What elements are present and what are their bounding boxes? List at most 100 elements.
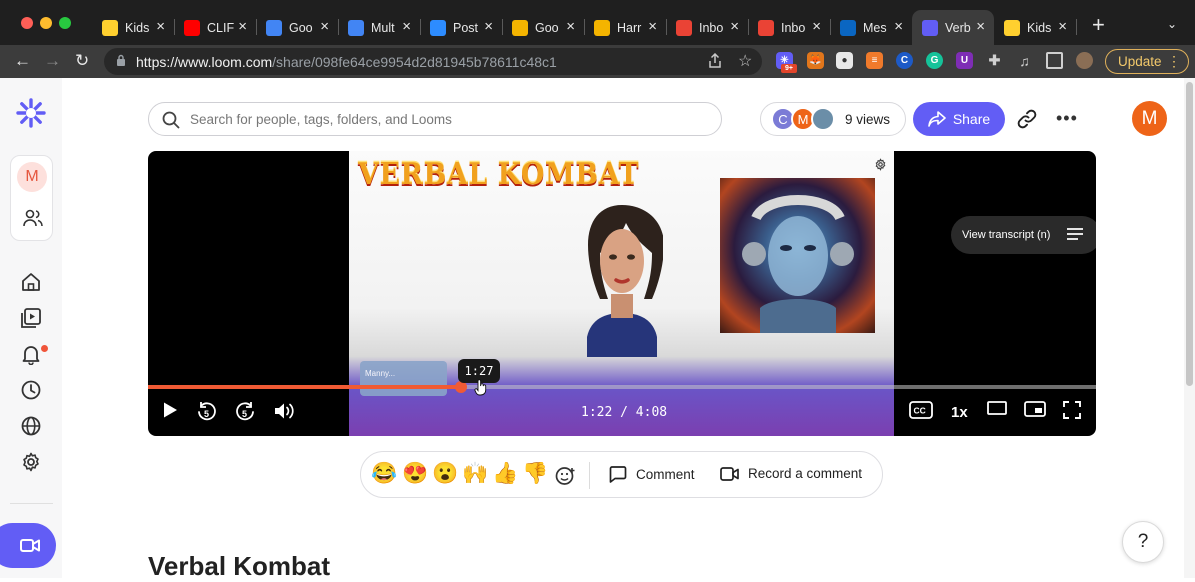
browser-tab[interactable]: Goo × xyxy=(256,10,339,45)
forward-5-icon[interactable]: 5 xyxy=(234,401,256,423)
browser-tab-bar: Kids × CLIF × Goo × Mult × Post × Goo × Harr × Inbo × In… xyxy=(0,0,1195,45)
browser-tab[interactable]: Kids × xyxy=(92,10,175,45)
loom-logo-icon[interactable] xyxy=(16,98,46,128)
zoom-icon xyxy=(430,19,446,36)
close-tab-icon[interactable]: × xyxy=(648,19,657,34)
bookmark-star-icon[interactable]: ☆ xyxy=(738,51,752,71)
browser-tab[interactable]: Mes × xyxy=(830,10,912,45)
profile-avatar[interactable] xyxy=(1076,52,1093,69)
close-tab-icon[interactable]: × xyxy=(156,19,165,34)
emoji-thumbs-down-button[interactable]: 👎 xyxy=(522,461,548,487)
emoji-heart-eyes-button[interactable]: 😍 xyxy=(402,461,428,487)
members-icon[interactable] xyxy=(23,209,43,227)
emoji-laugh-button[interactable]: 😂 xyxy=(371,461,397,487)
google-slides-icon xyxy=(512,19,528,36)
browser-tab[interactable]: Inbo × xyxy=(748,10,831,45)
add-reaction-icon[interactable] xyxy=(555,466,577,486)
new-tab-button[interactable]: + xyxy=(1092,14,1105,36)
share-page-icon[interactable] xyxy=(708,53,722,69)
volume-icon[interactable] xyxy=(273,401,295,421)
copy-link-icon[interactable] xyxy=(1017,109,1037,129)
browser-tab[interactable]: Inbo × xyxy=(666,10,749,45)
scrollbar-thumb[interactable] xyxy=(1186,82,1193,386)
close-tab-icon[interactable]: × xyxy=(484,19,493,34)
video-frame[interactable]: VERBAL KOMBAT Manny... xyxy=(349,151,894,436)
extension-disc-icon[interactable]: ● xyxy=(836,52,853,69)
update-label: Update xyxy=(1118,54,1162,69)
views-button[interactable]: C M 9 views xyxy=(760,102,906,136)
notifications-bell-icon[interactable] xyxy=(20,343,42,365)
browser-tab[interactable]: CLIF × xyxy=(174,10,257,45)
close-tab-icon[interactable]: × xyxy=(402,19,411,34)
progress-played[interactable] xyxy=(148,385,461,389)
record-loom-button[interactable] xyxy=(0,523,56,568)
extensions-puzzle-icon[interactable]: ✚ xyxy=(986,52,1003,69)
address-bar[interactable]: https://www.loom.com/share/098fe64ce9954… xyxy=(104,48,762,75)
browser-tab[interactable]: Harr × xyxy=(584,10,667,45)
page-scrollbar[interactable] xyxy=(1184,78,1195,578)
player-settings-gear-icon[interactable] xyxy=(874,158,887,171)
settings-gear-icon[interactable] xyxy=(20,451,42,473)
browser-tab[interactable]: Mult × xyxy=(338,10,421,45)
library-icon[interactable] xyxy=(20,307,42,329)
close-tab-icon[interactable]: × xyxy=(894,19,903,34)
close-tab-icon[interactable]: × xyxy=(976,19,985,34)
close-window-button[interactable] xyxy=(21,17,33,29)
fullscreen-icon[interactable] xyxy=(1063,401,1081,419)
tab-label: Mes xyxy=(863,20,887,35)
view-transcript-button[interactable]: View transcript (n) xyxy=(951,216,1096,254)
tab-label: Verb xyxy=(945,20,971,35)
workspace-avatar[interactable]: M xyxy=(17,162,47,192)
extension-c-icon[interactable]: C xyxy=(896,52,913,69)
close-tab-icon[interactable]: × xyxy=(812,19,821,34)
emoji-raised-hands-button[interactable]: 🙌 xyxy=(462,461,488,487)
search-input[interactable]: Search for people, tags, folders, and Lo… xyxy=(148,102,722,136)
reload-icon[interactable]: ↻ xyxy=(75,50,89,72)
video-camera-icon xyxy=(20,539,40,552)
metamask-icon[interactable]: 🦊 xyxy=(807,52,824,69)
extension-u-icon[interactable]: U xyxy=(956,52,973,69)
video-player[interactable]: VERBAL KOMBAT Manny... View transcript (… xyxy=(148,151,1096,436)
extension-notes-icon[interactable]: ≡ xyxy=(866,52,883,69)
grammarly-icon[interactable]: G xyxy=(926,52,943,69)
update-button[interactable]: Update ⋮ xyxy=(1105,49,1189,74)
browser-tab[interactable]: Goo × xyxy=(502,10,585,45)
record-comment-button[interactable]: Record a comment xyxy=(720,466,862,481)
close-tab-icon[interactable]: × xyxy=(1058,19,1067,34)
home-icon[interactable] xyxy=(20,271,42,293)
media-control-icon[interactable]: ♫ xyxy=(1016,52,1033,69)
comment-button[interactable]: Comment xyxy=(609,466,695,483)
back-arrow-icon[interactable]: ← xyxy=(14,50,31,72)
closed-captions-icon[interactable]: CC xyxy=(909,401,933,419)
playback-speed-button[interactable]: 1x xyxy=(951,404,968,421)
tab-label: Inbo xyxy=(781,20,806,35)
tab-strip: Kids × CLIF × Goo × Mult × Post × Goo × Harr × Inbo × In… xyxy=(92,10,1077,45)
minimize-window-button[interactable] xyxy=(40,17,52,29)
emoji-thumbs-up-button[interactable]: 👍 xyxy=(492,461,518,487)
rewind-5-icon[interactable]: 5 xyxy=(196,401,218,423)
globe-icon[interactable] xyxy=(20,415,42,437)
forward-arrow-icon[interactable]: → xyxy=(44,50,61,72)
user-avatar[interactable]: M xyxy=(1132,101,1167,136)
close-tab-icon[interactable]: × xyxy=(320,19,329,34)
close-tab-icon[interactable]: × xyxy=(238,19,247,34)
history-clock-icon[interactable] xyxy=(20,379,42,401)
maximize-window-button[interactable] xyxy=(59,17,71,29)
close-tab-icon[interactable]: × xyxy=(566,19,575,34)
viewer-initial: M xyxy=(797,111,809,127)
theater-mode-icon[interactable] xyxy=(987,401,1007,415)
browser-toolbar: ← → ↻ https://www.loom.com/share/098fe64… xyxy=(0,45,1195,78)
close-tab-icon[interactable]: × xyxy=(730,19,739,34)
help-button[interactable]: ? xyxy=(1122,521,1164,563)
emoji-surprised-button[interactable]: 😮 xyxy=(432,461,458,487)
blurred-comment-card: Manny... xyxy=(360,361,447,396)
picture-in-picture-icon[interactable] xyxy=(1024,401,1046,417)
tab-search-icon[interactable]: ⌄ xyxy=(1167,17,1177,31)
more-options-icon[interactable]: ••• xyxy=(1056,108,1078,129)
browser-tab[interactable]: Kids × xyxy=(994,10,1077,45)
browser-tab[interactable]: Verb × xyxy=(912,10,994,45)
side-panel-icon[interactable] xyxy=(1046,52,1063,69)
browser-tab[interactable]: Post × xyxy=(420,10,503,45)
share-button[interactable]: Share xyxy=(913,102,1005,136)
play-icon[interactable] xyxy=(162,401,178,419)
